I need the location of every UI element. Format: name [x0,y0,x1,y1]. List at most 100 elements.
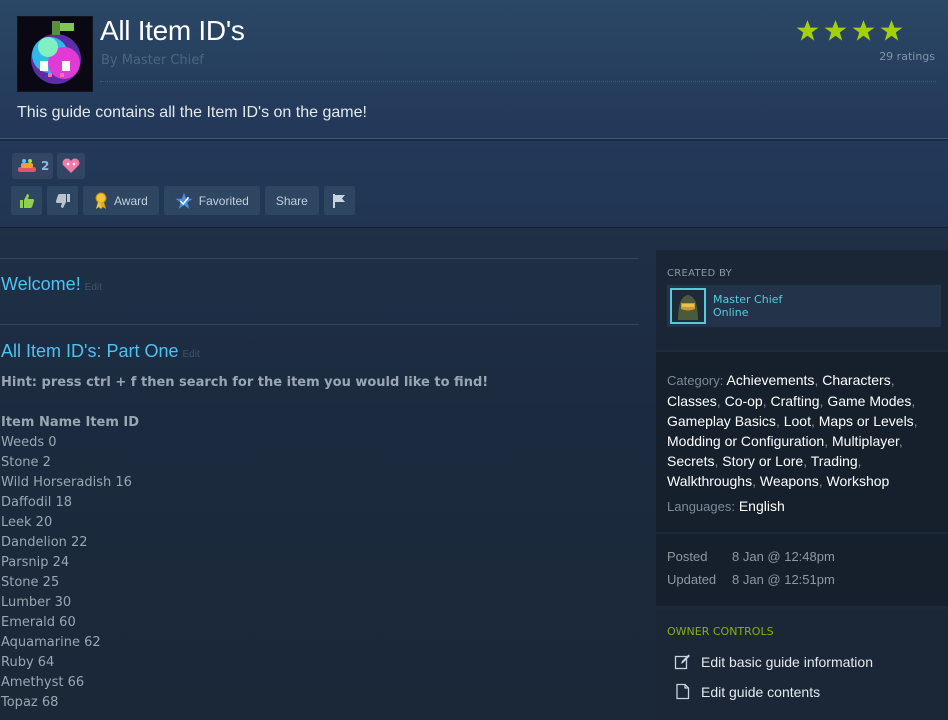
guide-body: Welcome! Edit All Item ID's: Part One Edit… [0,228,948,720]
edit-pencil-icon [674,654,690,670]
category-link[interactable]: Modding or Configuration [667,433,824,449]
reaction-heart[interactable] [57,153,86,179]
list-item: Emerald 60 [1,615,76,630]
updated-label: Updated [667,572,717,587]
posted-date: 8 Jan @ 12:48pm [732,549,835,564]
star-icon [852,19,875,41]
category-link[interactable]: Achievements [727,372,815,388]
item-list-header: Item Name Item ID [1,415,140,430]
award-ribbon-icon [95,192,107,209]
favorited-button[interactable]: Favorited [163,186,260,215]
award-button[interactable]: Award [83,186,159,215]
thumbs-down-icon [55,193,70,208]
favorite-star-icon [175,192,193,209]
flag-button[interactable] [323,186,355,215]
updated-row: Updated 8 Jan @ 12:51pm [667,572,835,587]
list-item: Weeds 0 [1,435,57,450]
category-label: Category: [667,373,724,388]
languages-label: Languages: [667,499,735,514]
edit-guide-info-link[interactable]: Edit basic guide information [674,653,873,670]
award-label: Award [114,193,148,208]
dates-panel: Posted 8 Jan @ 12:48pm Updated 8 Jan @ 1… [656,534,948,606]
star-icon [796,19,819,41]
list-item: Dandelion 22 [1,535,88,550]
category-link[interactable]: Gameplay Basics [667,413,776,429]
category-link[interactable]: Walkthroughs [667,473,752,489]
header-divider [0,138,948,141]
list-item: Leek 20 [1,515,53,530]
hint-text: Hint: press ctrl + f then search for the… [1,375,489,390]
owner-controls-panel: OWNER CONTROLS Edit basic guide informat… [656,610,948,720]
language-value: English [738,498,785,514]
author-prefix: By [101,53,118,68]
party-reaction-icon [18,159,36,172]
title-divider [100,81,936,82]
section-title-welcome[interactable]: Welcome! [1,274,81,294]
flag-icon [333,193,346,208]
creator-name-link[interactable]: Master Chief [713,293,782,306]
category-link[interactable]: Loot [784,413,811,429]
share-button[interactable]: Share [264,186,319,215]
category-link[interactable]: Maps or Levels [819,413,914,429]
languages-line: Languages: English [667,498,785,514]
list-item: Wild Horseradish 16 [1,475,132,490]
list-item: Stone 2 [1,455,51,470]
section-heading: Welcome! Edit [1,274,102,295]
list-item: Parsnip 24 [1,555,70,570]
thumbs-up-button[interactable] [11,186,42,215]
list-item: Topaz 68 [1,695,59,710]
avatar[interactable] [670,288,706,324]
guide-header: All Item ID's By Master Chief 29 ratings… [0,0,948,228]
edit-guide-contents-link[interactable]: Edit guide contents [674,683,820,700]
creator-card[interactable]: Master Chief Online [667,285,941,327]
rating-count: 29 ratings [879,50,935,63]
heart-reaction-icon [62,158,80,173]
author-line: By Master Chief [101,53,204,68]
category-link[interactable]: Game Modes [827,393,911,409]
thumbs-down-button[interactable] [47,186,78,215]
section-heading: All Item ID's: Part One Edit [1,341,200,362]
category-link[interactable]: Characters [822,372,890,388]
edit-guide-contents-label: Edit guide contents [701,683,821,700]
guide-title: All Item ID's [100,15,245,46]
created-by-label: CREATED BY [667,268,733,279]
category-link[interactable]: Classes [667,393,717,409]
item-id-list: Item Name Item ID Weeds 0 Stone 2 Wild H… [1,415,631,715]
guide-description: This guide contains all the Item ID's on… [17,104,367,121]
category-link[interactable]: Multiplayer [832,433,899,449]
rating-stars [796,19,903,42]
category-link[interactable]: Secrets [667,453,714,469]
category-link[interactable]: Workshop [827,473,890,489]
section-title-part-one[interactable]: All Item ID's: Part One [1,341,179,361]
owner-controls-label: OWNER CONTROLS [667,625,774,638]
star-icon [880,19,903,41]
guide-sidebar: CREATED BY Master Chief Online Category:… [656,250,948,720]
document-icon [676,683,690,700]
reaction-party[interactable]: 2 [12,153,54,179]
list-item: Ruby 64 [1,655,55,670]
category-list: Category: Achievements, Characters, Clas… [667,372,918,489]
reaction-count: 2 [41,159,50,173]
category-link[interactable]: Story or Lore [722,453,803,469]
posted-label: Posted [667,549,708,564]
thumbs-up-icon [19,193,34,208]
list-item: Amethyst 66 [1,675,85,690]
guide-icon-image [17,16,93,92]
list-item: Daffodil 18 [1,495,73,510]
category-link[interactable]: Weapons [760,473,819,489]
edit-guide-info-label: Edit basic guide information [701,653,873,670]
list-item: Aquamarine 62 [1,635,101,650]
category-link[interactable]: Co-op [725,393,763,409]
category-link[interactable]: Trading [811,453,858,469]
edit-section-link[interactable]: Edit [183,349,200,360]
creator-online-status: Online [713,306,749,319]
author-name-link[interactable]: Master Chief [122,53,204,68]
edit-section-link[interactable]: Edit [85,282,102,293]
list-item: Lumber 30 [1,595,72,610]
reactions-bar: 2 [12,153,86,179]
guide-meta-panel: Category: Achievements, Characters, Clas… [656,352,948,532]
category-link[interactable]: Crafting [771,393,820,409]
favorited-label: Favorited [198,193,249,208]
list-item: Stone 25 [1,575,60,590]
created-by-panel: CREATED BY Master Chief Online [656,250,948,350]
